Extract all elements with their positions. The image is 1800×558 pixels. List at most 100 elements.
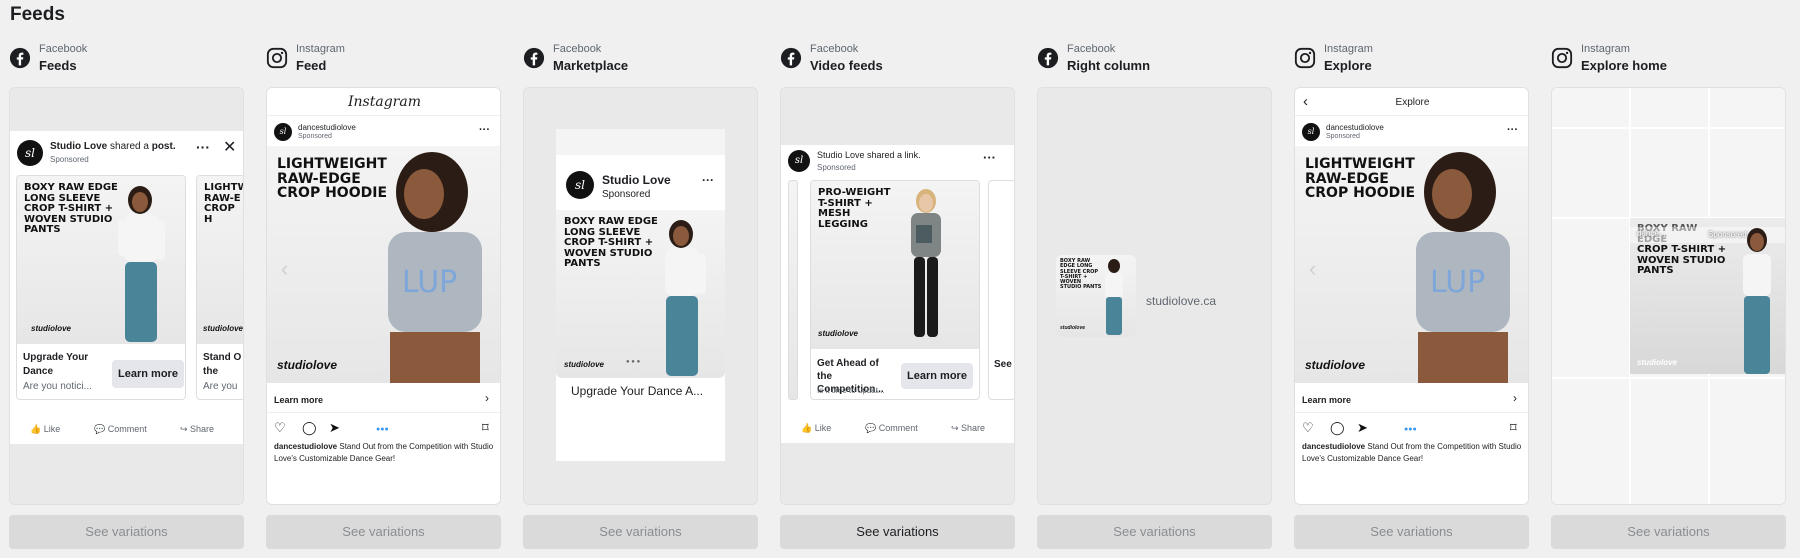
more-options-icon[interactable]: ···	[983, 150, 996, 165]
sponsored-label: Sponsored	[602, 189, 651, 200]
ad-preview-card[interactable]: BOXY RAW EDGE CROP T-SHIRT + WOVEN STUDI…	[1551, 87, 1786, 505]
bookmark-icon[interactable]: ⌑	[1510, 420, 1517, 436]
model-image	[118, 186, 165, 342]
close-icon[interactable]: ✕	[223, 137, 236, 157]
ad-preview-card[interactable]: sl Studio Love shared a post. Sponsored …	[9, 87, 244, 505]
carousel-prev-icon[interactable]: ‹	[281, 256, 288, 282]
carousel-card-2[interactable]: LIGHTW RAW-E CROP H studiolove Stand O t…	[196, 175, 243, 400]
header-bar	[556, 129, 725, 155]
brand-logo: sl	[1302, 123, 1320, 141]
learn-more-button[interactable]: Learn more	[901, 363, 973, 389]
ad-url[interactable]: studiolove.ca	[1146, 294, 1216, 308]
brand-logo-mark: studiolove	[1637, 358, 1678, 367]
platform-label: Facebook	[553, 43, 602, 55]
learn-more-button[interactable]: Learn more	[112, 360, 184, 388]
ad-preview-card[interactable]: sl Studio Love shared a link. Sponsored …	[780, 87, 1015, 505]
heart-icon[interactable]: ♡	[1302, 420, 1314, 436]
carousel-dots: ●●●	[376, 426, 389, 433]
placement-label: Right column	[1067, 58, 1151, 73]
comment-button[interactable]: 💬 Comment	[94, 424, 147, 435]
brand-logo-mark: studiolove	[1060, 325, 1086, 331]
brand-logo: sl	[788, 150, 810, 172]
see-variations-button[interactable]: See variations	[9, 515, 244, 549]
post-text: post.	[151, 141, 176, 152]
see-variations-button[interactable]: See variations	[1551, 515, 1786, 549]
product-image[interactable]: LIGHTWEIGHT RAW-EDGE CROP HOODIE LUP ‹ s…	[267, 146, 500, 383]
placement-header: Facebook Video feeds	[780, 42, 1015, 76]
more-options-icon[interactable]: ···	[1507, 124, 1518, 136]
sponsored-label: Sponsored	[817, 163, 856, 172]
share-icon[interactable]: ➤	[1357, 420, 1368, 436]
ad-thumbnail[interactable]: BOXY RAW EDGE LONG SLEEVE CROP T-SHIRT +…	[1056, 255, 1136, 337]
explore-ad-tile[interactable]: BOXY RAW EDGE CROP T-SHIRT + WOVEN STUDI…	[1630, 218, 1785, 374]
learn-more-link[interactable]: Learn more	[274, 395, 323, 405]
share-icon[interactable]: ➤	[329, 420, 340, 436]
caption: dancestudiolove Stand Out from the Compe…	[274, 442, 494, 463]
divider	[267, 115, 500, 116]
model-image	[1105, 259, 1123, 335]
brand-logo: sl	[566, 171, 594, 199]
instagram-wordmark: Instagram	[348, 94, 421, 110]
ad-preview-card[interactable]: BOXY RAW EDGE LONG SLEEVE CROP T-SHIRT +…	[1037, 87, 1272, 505]
learn-more-link[interactable]: Learn more	[1302, 395, 1351, 405]
brand-logo-mark: studiolove	[1305, 358, 1366, 372]
heart-icon[interactable]: ♡	[274, 420, 286, 436]
ad-headline: LIGHTWEIGHT RAW-EDGE CROP HOODIE	[1305, 156, 1416, 202]
share-button[interactable]: ↪ Share	[951, 423, 985, 434]
instagram-icon	[266, 47, 288, 69]
page-name[interactable]: Studio Love	[50, 141, 107, 152]
platform-label: Instagram	[1324, 43, 1373, 55]
chevron-right-icon[interactable]: ›	[1773, 354, 1776, 365]
see-variations-button[interactable]: See variations	[266, 515, 501, 549]
see-variations-button[interactable]: See variations	[1294, 515, 1529, 549]
account-name[interactable]: dancestudiolove	[298, 123, 356, 132]
placement-facebook-marketplace: Facebook Marketplace sl Studio Love Spon…	[523, 42, 758, 552]
comment-icon[interactable]: ◯	[302, 420, 317, 436]
platform-label: Facebook	[39, 43, 88, 55]
see-variations-button[interactable]: See variations	[1037, 515, 1272, 549]
ad-preview-card[interactable]: ‹ Explore sl dancestudiolove Sponsored ·…	[1294, 87, 1529, 505]
carousel-card-prev[interactable]	[788, 180, 798, 400]
platform-label: Facebook	[1067, 43, 1116, 55]
like-button[interactable]: 👍 Like	[801, 423, 831, 434]
chevron-right-icon[interactable]: ›	[1513, 391, 1517, 405]
divider	[1295, 412, 1528, 413]
ad-preview-card[interactable]: Instagram sl dancestudiolove Sponsored ·…	[266, 87, 501, 505]
placement-label: Feed	[296, 58, 327, 73]
fb-video-post: sl Studio Love shared a link. Sponsored …	[781, 145, 1014, 417]
carousel-card-1[interactable]: PRO-WEIGHT T-SHIRT + MESH LEGGING studio…	[810, 180, 980, 400]
comment-icon[interactable]: ◯	[1330, 420, 1345, 436]
product-image[interactable]: LIGHTWEIGHT RAW-EDGE CROP HOODIE LUP ‹ s…	[1295, 146, 1528, 383]
more-options-icon[interactable]: ···	[479, 124, 490, 136]
svg-text:LUP: LUP	[1430, 265, 1485, 300]
ad-headline: LIGHTW RAW-E CROP H	[204, 182, 243, 225]
bookmark-icon[interactable]: ⌑	[482, 420, 489, 436]
account-name[interactable]: dancestudiolove	[1326, 123, 1384, 132]
brand-logo: sl	[17, 140, 43, 166]
instagram-icon	[1294, 47, 1316, 69]
product-image[interactable]: BOXY RAW EDGE LONG SLEEVE CROP T-SHIRT +…	[556, 210, 725, 378]
share-button[interactable]: ↪ Share	[180, 424, 214, 435]
like-button[interactable]: 👍 Like	[30, 424, 60, 435]
post-header: Studio Love shared a post.	[50, 141, 176, 152]
sponsored-label: Sponsored	[50, 155, 89, 164]
comment-button[interactable]: 💬 Comment	[865, 423, 918, 434]
more-options-icon[interactable]: ···	[196, 139, 210, 155]
carousel-card-2[interactable]: See	[988, 180, 1014, 400]
brand-logo-mark: studiolove	[564, 360, 605, 369]
chevron-right-icon[interactable]: ›	[485, 391, 489, 405]
carousel-prev-icon[interactable]: ‹	[1309, 256, 1316, 282]
carousel-card-1[interactable]: BOXY RAW EDGE LONG SLEEVE CROP T-SHIRT +…	[16, 175, 186, 400]
marketplace-listing: sl Studio Love Sponsored ··· BOXY RAW ED…	[556, 129, 725, 461]
card-description: Are you	[203, 381, 238, 392]
more-options-icon[interactable]: ···	[702, 173, 714, 187]
see-variations-button[interactable]: See variations	[780, 515, 1015, 549]
page-name[interactable]: Studio Love	[602, 173, 671, 187]
facebook-icon	[523, 47, 545, 69]
ad-preview-card[interactable]: sl Studio Love Sponsored ··· BOXY RAW ED…	[523, 87, 758, 505]
see-variations-button[interactable]: See variations	[523, 515, 758, 549]
platform-label: Instagram	[296, 43, 345, 55]
sponsored-label: Sponsored	[1326, 133, 1360, 140]
placement-instagram-explore: Instagram Explore ‹ Explore sl dancestud…	[1294, 42, 1529, 552]
product-image: LIGHTW RAW-E CROP H studiolove	[197, 176, 243, 344]
